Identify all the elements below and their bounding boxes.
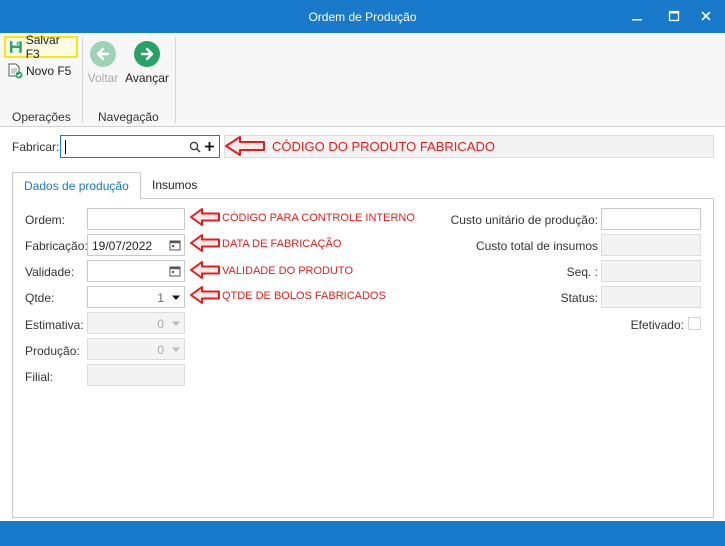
fabricacao-annotation: DATA DE FABRICAÇÃO — [222, 238, 342, 250]
red-arrow-icon — [190, 234, 220, 252]
custo-unitario-input[interactable] — [601, 208, 701, 230]
dropdown-arrow-icon — [172, 347, 180, 352]
maximize-button[interactable] — [662, 6, 686, 26]
ribbon-separator — [175, 37, 176, 123]
red-arrow-icon — [190, 286, 220, 304]
dropdown-arrow-icon — [172, 321, 180, 326]
estimativa-label: Estimativa: — [25, 318, 84, 332]
new-doc-icon — [8, 63, 23, 79]
seq-label: Seq. : — [566, 265, 598, 279]
dropdown-arrow-icon[interactable] — [171, 294, 181, 302]
title-bar: Ordem de Produção — [0, 0, 725, 33]
filial-input — [87, 364, 185, 386]
custo-total-label: Custo total de insumos — [475, 239, 598, 253]
qtde-input[interactable]: 1 — [87, 286, 185, 308]
ribbon-toolbar: Salvar F3 Novo F5 Operações Voltar Avanç… — [0, 33, 725, 127]
status-input — [601, 286, 701, 308]
save-icon — [9, 41, 22, 53]
forward-label: Avançar — [125, 71, 169, 85]
ordem-input[interactable] — [87, 208, 185, 230]
tab-label: Dados de produção — [24, 179, 129, 193]
fabricacao-label: Fabricação: — [25, 239, 88, 253]
seq-input — [601, 260, 701, 282]
qtde-value: 1 — [157, 291, 164, 305]
validade-date-input[interactable] — [87, 260, 185, 282]
group-navigation-label: Navegação — [98, 110, 159, 124]
fabricar-annotation: CÓDIGO DO PRODUTO FABRICADO — [272, 139, 495, 154]
validade-label: Validade: — [25, 265, 75, 279]
minimize-icon — [632, 19, 642, 21]
text-cursor — [65, 140, 66, 154]
fabricacao-value: 19/07/2022 — [92, 239, 153, 253]
search-icon[interactable] — [189, 141, 201, 153]
arrow-right-icon — [134, 41, 160, 67]
tab-label: Insumos — [152, 178, 198, 192]
status-bar — [0, 521, 725, 546]
tab-dados-producao[interactable]: Dados de produção — [12, 172, 141, 199]
save-button[interactable]: Salvar F3 — [4, 33, 78, 61]
ordem-annotation: CÓDIGO PARA CONTROLE INTERNO — [222, 212, 415, 224]
efetivado-label: Efetivado: — [630, 318, 684, 332]
producao-label: Produção: — [25, 344, 80, 358]
window-title: Ordem de Produção — [308, 10, 417, 24]
calendar-icon[interactable] — [169, 239, 181, 251]
save-label: Salvar F3 — [25, 33, 60, 61]
active-tab-gap — [13, 197, 140, 199]
filial-label: Filial: — [25, 370, 54, 384]
fabricar-label: Fabricar: — [12, 140, 60, 154]
status-label: Status: — [560, 291, 598, 305]
ribbon-separator — [82, 37, 83, 123]
fabricacao-date-input[interactable]: 19/07/2022 — [87, 234, 185, 256]
new-label: Novo F5 — [26, 64, 72, 78]
estimativa-value: 0 — [157, 317, 164, 331]
red-arrow-icon — [190, 208, 220, 226]
efetivado-checkbox[interactable] — [688, 317, 701, 330]
group-operations-label: Operações — [12, 110, 71, 124]
back-button[interactable]: Voltar — [86, 41, 120, 85]
plus-icon[interactable] — [204, 141, 215, 152]
producao-input: 0 — [87, 338, 185, 360]
calendar-icon[interactable] — [169, 265, 181, 277]
back-label: Voltar — [87, 71, 119, 85]
estimativa-input: 0 — [87, 312, 185, 334]
ordem-label: Ordem: — [25, 213, 66, 227]
red-arrow-icon — [190, 261, 220, 279]
custo-unitario-label: Custo unitário de produção: — [450, 213, 598, 227]
close-button[interactable] — [694, 6, 718, 26]
arrow-left-icon — [90, 41, 116, 67]
fabricar-input[interactable] — [60, 135, 220, 158]
custo-total-input — [601, 234, 701, 256]
red-arrow-icon — [225, 136, 265, 156]
close-icon — [701, 11, 711, 21]
minimize-button[interactable] — [625, 6, 649, 26]
tab-insumos[interactable]: Insumos — [152, 172, 222, 199]
maximize-icon — [668, 10, 680, 22]
qtde-annotation: QTDE DE BOLOS FABRICADOS — [222, 290, 386, 302]
forward-button[interactable]: Avançar — [124, 41, 170, 85]
qtde-label: Qtde: — [25, 291, 55, 305]
producao-value: 0 — [157, 343, 164, 357]
new-button[interactable]: Novo F5 — [7, 60, 71, 82]
validade-annotation: VALIDADE DO PRODUTO — [222, 265, 354, 277]
